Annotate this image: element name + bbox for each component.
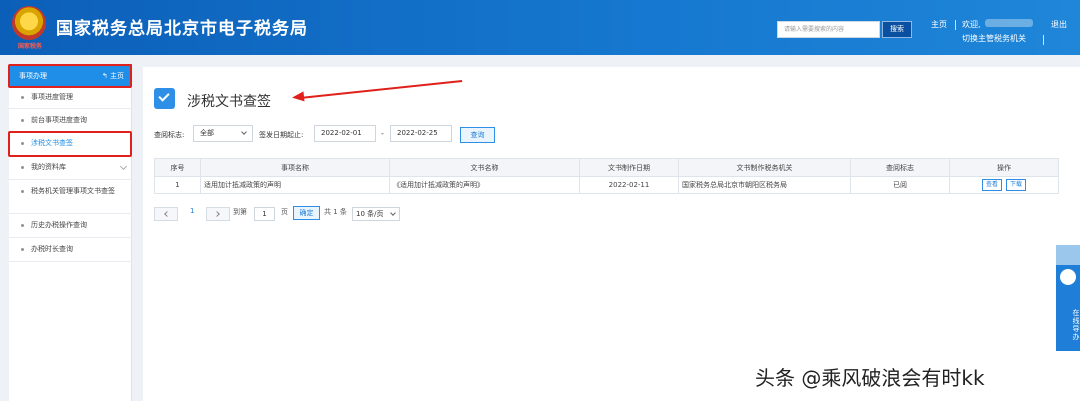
doc-name-cell: 《适用加计抵减政策的声明》 xyxy=(389,176,580,194)
column-header: 文书制作税务机关 xyxy=(678,158,851,177)
bullet-icon xyxy=(21,224,24,227)
status-filter-label: 查阅标志: xyxy=(154,131,185,139)
online-guide-label[interactable]: 在线导办 xyxy=(1056,289,1080,351)
total-count: 共 1 条 xyxy=(324,208,347,216)
column-header: 事项名称 xyxy=(200,158,390,177)
chevron-down-icon xyxy=(390,210,396,216)
checklist-icon xyxy=(154,88,175,109)
arrow-head-icon xyxy=(291,91,305,103)
switch-authority-link[interactable]: 切换主管税务机关 xyxy=(962,33,1026,44)
divider xyxy=(1043,35,1044,45)
actions-cell: 查看 下载 xyxy=(949,176,1059,194)
status-filter-select[interactable]: 全部 xyxy=(193,125,253,142)
go-button[interactable]: 确定 xyxy=(293,206,320,220)
goto-label: 到第 xyxy=(233,208,247,216)
view-button[interactable]: 查看 xyxy=(981,179,1002,191)
sidebar-item-label: 办税时长查询 xyxy=(31,245,73,253)
sidebar-item-front-progress[interactable]: 前台事项进度查询 xyxy=(9,109,132,132)
main-panel xyxy=(143,67,1080,401)
page-unit-label: 页 xyxy=(281,208,288,216)
bullet-icon xyxy=(21,190,24,193)
sidebar: 事项办理 ↰ 主页 事项进度管理 前台事项进度查询 涉税文书查签 我的资料库 税… xyxy=(9,64,132,401)
bullet-icon xyxy=(21,166,24,169)
sidebar-item-label: 事项进度管理 xyxy=(31,93,73,101)
user-icon[interactable] xyxy=(1056,245,1080,265)
sidebar-item-label: 税务机关管理事项文书查签 xyxy=(31,187,115,195)
sidebar-item-duration[interactable]: 办税时长查询 xyxy=(9,238,132,262)
column-header: 文书名称 xyxy=(389,158,580,177)
sidebar-item-progress[interactable]: 事项进度管理 xyxy=(9,86,132,109)
welcome-text: 欢迎, xyxy=(962,20,981,29)
sidebar-item-history[interactable]: 历史办税操作查询 xyxy=(9,214,132,238)
watermark-text: 头条 @乘风破浪会有时kk xyxy=(755,366,985,390)
query-button[interactable]: 查询 xyxy=(460,127,495,143)
online-guide-widget[interactable]: 在线导办 xyxy=(1056,245,1080,351)
date-separator: - xyxy=(381,129,384,138)
documents-table: 序号 事项名称 文书名称 文书制作日期 文书制作税务机关 查阅标志 操作 1 适… xyxy=(154,158,1059,194)
sidebar-item-authority-docs[interactable]: 税务机关管理事项文书查签 xyxy=(9,180,132,214)
page-number-input[interactable]: 1 xyxy=(254,207,275,221)
search-input[interactable]: 请输入需要搜索的内容 xyxy=(777,21,880,38)
next-page-button[interactable] xyxy=(206,207,230,221)
sidebar-item-label: 前台事项进度查询 xyxy=(31,116,87,124)
column-header: 序号 xyxy=(154,158,201,177)
chevron-down-icon xyxy=(241,129,247,135)
page-size-select[interactable]: 10 条/页 xyxy=(352,207,400,221)
item-name-cell: 适用加计抵减政策的声明 xyxy=(200,176,390,194)
date-to-input[interactable]: 2022-02-25 xyxy=(390,125,452,142)
bullet-icon xyxy=(21,248,24,251)
bullet-icon xyxy=(21,96,24,99)
bullet-icon xyxy=(21,119,24,122)
column-header: 操作 xyxy=(949,158,1059,177)
read-status-cell: 已阅 xyxy=(850,176,950,194)
top-header: 国家税务 国家税务总局北京市电子税务局 请输入需要搜索的内容 搜索 主页 欢迎,… xyxy=(0,0,1080,55)
national-emblem-icon xyxy=(12,6,46,40)
sidebar-item-label: 我的资料库 xyxy=(31,163,66,171)
download-button[interactable]: 下载 xyxy=(1006,179,1027,191)
blurred-username xyxy=(985,19,1033,27)
prev-page-button[interactable] xyxy=(154,207,178,221)
divider xyxy=(955,20,956,30)
logout-link[interactable]: 退出 xyxy=(1051,19,1067,30)
row-number: 1 xyxy=(154,176,201,194)
doc-date-cell: 2022-02-11 xyxy=(579,176,679,194)
column-header: 查阅标志 xyxy=(850,158,950,177)
site-title: 国家税务总局北京市电子税务局 xyxy=(56,19,308,39)
table-header-row: 序号 事项名称 文书名称 文书制作日期 文书制作税务机关 查阅标志 操作 xyxy=(154,158,1059,177)
authority-cell: 国家税务总局北京市朝阳区税务局 xyxy=(678,176,851,194)
emblem-caption: 国家税务 xyxy=(17,43,42,50)
sidebar-item-label: 历史办税操作查询 xyxy=(31,221,87,229)
chevron-left-icon xyxy=(164,211,170,217)
current-page[interactable]: 1 xyxy=(190,207,194,215)
column-header: 文书制作日期 xyxy=(579,158,679,177)
home-link[interactable]: 主页 xyxy=(931,19,947,30)
chevron-right-icon xyxy=(214,211,220,217)
date-from-input[interactable]: 2022-02-01 xyxy=(314,125,376,142)
sidebar-item-my-library[interactable]: 我的资料库 xyxy=(9,156,132,180)
highlight-box xyxy=(8,64,132,88)
search-button[interactable]: 搜索 xyxy=(882,21,912,38)
table-row: 1 适用加计抵减政策的声明 《适用加计抵减政策的声明》 2022-02-11 国… xyxy=(154,176,1059,194)
date-range-label: 签发日期起止: xyxy=(259,131,304,139)
page-title: 涉税文书查签 xyxy=(187,94,271,110)
avatar xyxy=(1056,265,1080,289)
highlight-box xyxy=(8,131,132,157)
